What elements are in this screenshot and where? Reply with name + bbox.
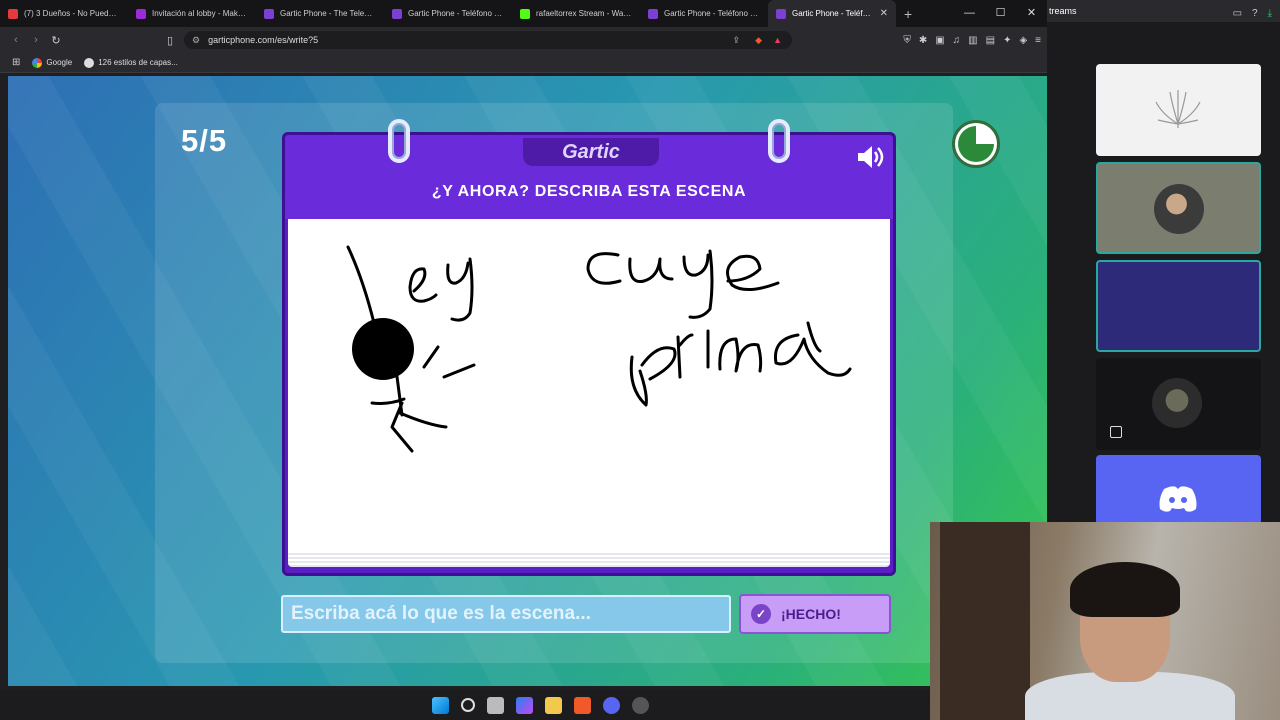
drawing-canvas <box>288 219 890 557</box>
window-icon[interactable]: ▭ <box>1233 3 1242 25</box>
kick-icon <box>520 8 530 19</box>
file-explorer-icon[interactable] <box>544 696 562 714</box>
stream-tile[interactable] <box>1096 358 1261 450</box>
binder-ring-icon <box>768 119 790 163</box>
taskbar <box>0 690 930 720</box>
leaf-icon <box>1155 90 1201 128</box>
tab-bar: (7) 3 Dueños - No Pueden... Invitación a… <box>0 0 1047 27</box>
check-icon: ✓ <box>751 604 771 624</box>
gartic-icon <box>392 8 402 19</box>
shield-icon[interactable]: ⛨ <box>903 35 911 46</box>
avatar <box>1154 184 1204 234</box>
youtube-icon <box>8 8 18 19</box>
task-view-icon[interactable] <box>486 696 504 714</box>
webcam-feed <box>930 522 1280 720</box>
done-label: ¡HECHO! <box>781 606 841 622</box>
scene-card: Gartic ¿Y AHORA? DESCRIBA ESTA ESCENA <box>282 119 896 576</box>
minimize-icon[interactable]: — <box>954 0 985 27</box>
browser-tab[interactable]: Invitación al lobby - Make... <box>128 0 256 27</box>
site-icon <box>136 8 146 19</box>
browser-tab[interactable]: Gartic Phone - The Telepho... <box>256 0 384 27</box>
url-field[interactable]: ⚙ garticphone.com/es/write?5 ⇪ ◆ ▲ <box>184 31 792 49</box>
search-icon[interactable] <box>460 698 475 712</box>
rewards-icon[interactable]: ▲ <box>773 35 782 45</box>
toolbar-icons: ⛨ ✱ ▣ ♫ ▥ ▤ ✦ ◈ ≡ <box>903 27 1041 53</box>
round-counter: 5/5 <box>181 123 228 158</box>
bookmarks-bar: ⊞ Google 126 estilos de capas... <box>0 53 1047 73</box>
camera-off-icon <box>1110 426 1122 438</box>
bookmark-icon[interactable]: ▯ <box>160 34 180 47</box>
webcam-background-door <box>940 522 1030 720</box>
browser-tab-active[interactable]: Gartic Phone - Teléfon... ✕ <box>768 0 896 27</box>
sidebar-icon[interactable]: ▥ <box>968 35 977 46</box>
screenshot-icon[interactable]: ▣ <box>935 35 944 46</box>
bookmark-estilos[interactable]: 126 estilos de capas... <box>84 57 178 68</box>
url-text: garticphone.com/es/write?5 <box>208 35 319 45</box>
obs-icon[interactable] <box>631 696 649 714</box>
gartic-icon <box>776 8 786 19</box>
share-icon[interactable]: ⇪ <box>732 35 740 46</box>
done-button[interactable]: ✓ ¡HECHO! <box>739 594 891 634</box>
discord-icon <box>1159 486 1197 512</box>
address-bar: ‹ › ↻ ▯ ⚙ garticphone.com/es/write?5 ⇪ ◆… <box>0 27 1047 53</box>
browser-tab[interactable]: (7) 3 Dueños - No Pueden... <box>0 0 128 27</box>
new-tab-icon[interactable]: + <box>896 6 920 22</box>
drawing <box>346 245 852 453</box>
avatar <box>1152 378 1202 428</box>
globe-icon <box>84 57 95 68</box>
leo-icon[interactable]: ✦ <box>1003 35 1011 46</box>
prompt-title: ¿Y AHORA? DESCRIBA ESTA ESCENA <box>431 183 747 200</box>
browser-tab[interactable]: Gartic Phone - Teléfono De... <box>384 0 512 27</box>
webcam-person-hair <box>1070 562 1180 617</box>
music-icon[interactable]: ♫ <box>953 35 961 46</box>
timer-remaining <box>958 126 994 162</box>
close-window-icon[interactable]: ✕ <box>1016 0 1047 27</box>
streams-header: treams ▭ ? ⤓ <box>1047 0 1280 22</box>
back-icon[interactable]: ‹ <box>6 34 26 46</box>
panel-icons: ▭ ? ⤓ <box>1233 3 1272 25</box>
google-icon <box>32 57 43 68</box>
wallet-icon[interactable]: ▤ <box>986 35 995 46</box>
card-header: Gartic ¿Y AHORA? DESCRIBA ESTA ESCENA <box>285 135 893 219</box>
window-controls: — ☐ ✕ <box>954 0 1047 27</box>
windows-start-icon[interactable] <box>431 696 449 714</box>
reload-icon[interactable]: ↻ <box>46 34 66 47</box>
vpn-icon[interactable]: ◈ <box>1019 35 1027 46</box>
paper-edge <box>288 553 890 567</box>
stream-tile[interactable] <box>1096 64 1261 156</box>
gartic-logo: Gartic <box>523 138 659 166</box>
help-icon[interactable]: ? <box>1252 3 1258 25</box>
stream-tile[interactable] <box>1096 162 1261 254</box>
screen: (7) 3 Dueños - No Pueden... Invitación a… <box>0 0 1280 720</box>
stream-tile[interactable] <box>1096 260 1261 352</box>
apps-icon[interactable]: ⊞ <box>12 57 20 68</box>
binder-ring-icon <box>388 119 410 163</box>
forward-icon[interactable]: › <box>26 34 46 46</box>
game-viewport: 5/5 Gartic ¿Y AHORA? DESCRIBA ESTA ESCEN… <box>8 76 1047 686</box>
bookmark-google[interactable]: Google <box>32 57 72 68</box>
copilot-icon[interactable] <box>515 696 533 714</box>
browser-window: (7) 3 Dueños - No Pueden... Invitación a… <box>0 0 1047 690</box>
site-info-icon[interactable]: ⚙ <box>192 35 200 46</box>
browser-tab[interactable]: Gartic Phone - Teléfono De... <box>640 0 768 27</box>
browser-tab[interactable]: rafaeltorrex Stream - Watc... <box>512 0 640 27</box>
gartic-icon <box>264 8 274 19</box>
maximize-icon[interactable]: ☐ <box>985 0 1016 27</box>
discord-tile[interactable] <box>1096 455 1261 525</box>
scene-answer-input[interactable] <box>281 595 731 633</box>
close-tab-icon[interactable]: ✕ <box>880 8 888 19</box>
brave-icon[interactable] <box>573 696 591 714</box>
timer-icon <box>952 120 1000 168</box>
brave-shield-icon[interactable]: ◆ <box>755 35 762 46</box>
menu-icon[interactable]: ≡ <box>1035 35 1041 46</box>
download-icon[interactable]: ⤓ <box>1268 3 1272 25</box>
gartic-icon <box>648 8 658 19</box>
extensions-icon[interactable]: ✱ <box>919 35 927 46</box>
speaker-icon[interactable] <box>855 143 885 171</box>
discord-icon[interactable] <box>602 696 620 714</box>
